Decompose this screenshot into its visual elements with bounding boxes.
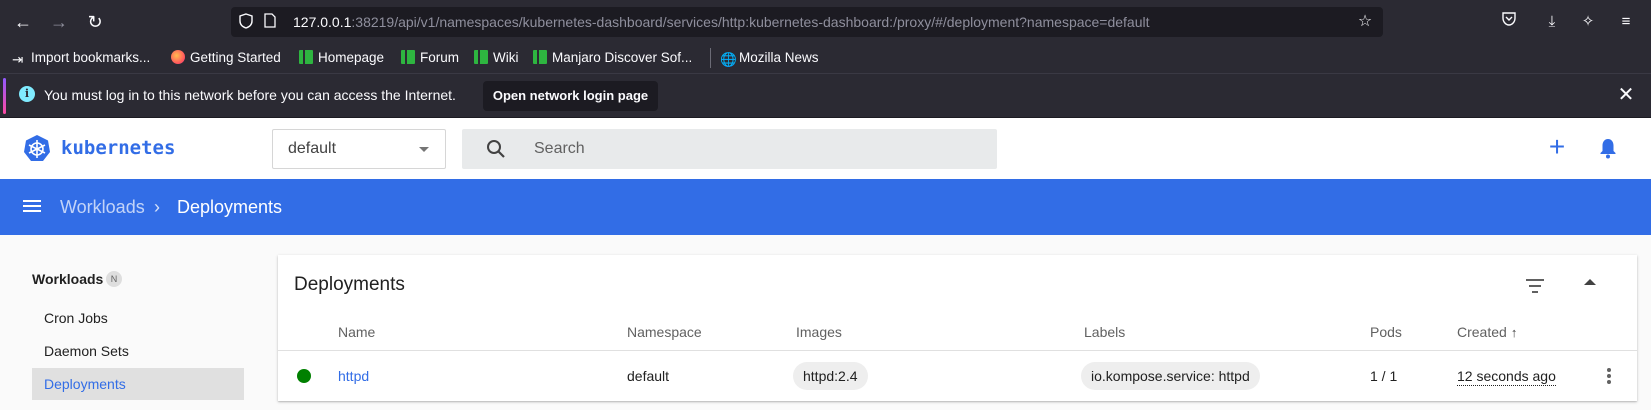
bookmark-label: Forum [420, 50, 460, 65]
pods-count: 1 / 1 [1370, 368, 1398, 384]
create-resource-button[interactable]: + [1545, 133, 1569, 161]
breadcrumb-current: Deployments [177, 197, 283, 217]
sidebar: Workloads N Cron Jobs Daemon Sets Deploy… [0, 235, 265, 410]
search-input[interactable] [534, 129, 974, 169]
extensions-icon[interactable]: ✧ [1576, 10, 1600, 34]
import-icon: ⇥ [12, 52, 24, 67]
column-header-images: Images [796, 324, 842, 340]
bookmark-manjaro-discover[interactable]: Manjaro Discover Sof... [533, 48, 692, 68]
sidebar-item-cron-jobs[interactable]: Cron Jobs [32, 302, 244, 334]
column-header-namespace[interactable]: Namespace [627, 322, 702, 342]
manjaro-icon [474, 50, 488, 64]
close-icon[interactable]: ✕ [1615, 84, 1637, 106]
hamburger-menu-icon[interactable] [22, 197, 42, 217]
bookmark-getting-started[interactable]: Getting Started [171, 48, 281, 68]
deployments-card: Deployments Name Namespace Images Labels… [278, 255, 1637, 401]
sort-arrow-icon: ↑ [1510, 325, 1518, 340]
column-header-labels: Labels [1084, 324, 1126, 340]
page-icon[interactable] [261, 13, 279, 31]
breadcrumb-bar: Workloads › Deployments [0, 179, 1651, 235]
downloads-icon[interactable]: ⤓ [1540, 10, 1564, 34]
menu-icon[interactable]: ≡ [1614, 10, 1638, 34]
header-divider [278, 350, 1637, 351]
firefox-icon [171, 50, 185, 64]
kubernetes-logo-icon[interactable] [23, 134, 51, 162]
notification-text: You must log in to this network before y… [44, 87, 456, 103]
sidebar-section-workloads[interactable]: Workloads [32, 269, 103, 289]
bookmarks-separator [710, 48, 711, 68]
chevron-down-icon [419, 147, 429, 152]
deployment-namespace: default [627, 368, 670, 384]
notification-accent [3, 78, 6, 114]
namespaced-badge: N [106, 271, 122, 287]
breadcrumb-workloads[interactable]: Workloads [60, 179, 145, 235]
bookmark-label: Getting Started [190, 50, 281, 65]
url-bar[interactable]: 127.0.0.1:38219/api/v1/namespaces/kubern… [231, 7, 1383, 37]
brand-name[interactable]: kubernetes [61, 134, 175, 162]
deployment-name-link[interactable]: httpd [338, 366, 369, 386]
manjaro-icon [533, 50, 547, 64]
column-header-created[interactable]: Created ↑ [1457, 322, 1517, 343]
status-ok-icon [297, 369, 311, 383]
collapse-icon[interactable] [1584, 279, 1596, 285]
dashboard-header: kubernetes default + [0, 118, 1651, 179]
info-icon: i [19, 86, 35, 102]
bookmark-label: Wiki [493, 50, 519, 65]
card-title: Deployments [294, 274, 405, 295]
search-box [462, 129, 997, 169]
url-host: 127.0.0.1 [293, 14, 352, 30]
column-header-name[interactable]: Name [338, 322, 375, 342]
sidebar-item-daemon-sets[interactable]: Daemon Sets [32, 335, 244, 367]
namespace-value: default [288, 140, 337, 157]
manjaro-icon [299, 50, 313, 64]
open-login-page-button[interactable]: Open network login page [483, 81, 658, 111]
bookmark-label: Mozilla News [739, 50, 819, 65]
back-icon[interactable]: ← [11, 10, 35, 34]
bookmark-forum[interactable]: Forum [401, 48, 459, 68]
namespace-select[interactable]: default [272, 129, 446, 169]
network-login-notification: i You must log in to this network before… [0, 73, 1651, 118]
manjaro-icon [401, 50, 415, 64]
forward-icon[interactable]: → [47, 10, 71, 34]
pocket-icon[interactable] [1497, 10, 1521, 34]
bookmark-label: Homepage [318, 50, 385, 65]
bookmark-label: Import bookmarks... [31, 50, 151, 65]
created-time: 12 seconds ago [1457, 368, 1556, 386]
bookmarks-bar: ⇥ Import bookmarks... Getting Started Hom… [0, 44, 1651, 73]
column-header-created-label: Created [1457, 324, 1507, 340]
bookmark-import[interactable]: ⇥ Import bookmarks... [12, 48, 150, 68]
bookmark-homepage[interactable]: Homepage [299, 48, 384, 68]
column-header-pods: Pods [1370, 324, 1402, 340]
bookmark-wiki[interactable]: Wiki [474, 48, 519, 68]
reload-icon[interactable]: ↻ [83, 10, 107, 34]
globe-icon: 🌐 [720, 52, 737, 67]
shield-icon[interactable] [237, 13, 255, 31]
label-chip: io.kompose.service: httpd [1081, 362, 1260, 390]
more-actions-icon[interactable] [1599, 366, 1619, 386]
browser-toolbar: ← → ↻ 127.0.0.1:38219/api/v1/namespaces/… [0, 0, 1651, 44]
bookmark-mozilla-news[interactable]: 🌐 Mozilla News [720, 48, 819, 68]
sidebar-item-deployments[interactable]: Deployments [32, 368, 244, 400]
search-icon [487, 140, 505, 158]
chevron-right-icon: › [154, 197, 160, 217]
bookmark-star-icon[interactable]: ☆ [1355, 12, 1375, 32]
image-chip: httpd:2.4 [793, 362, 868, 390]
url-text[interactable]: 127.0.0.1:38219/api/v1/namespaces/kubern… [293, 7, 1150, 37]
notifications-bell-icon[interactable] [1596, 136, 1620, 160]
bookmark-label: Manjaro Discover Sof... [552, 50, 693, 65]
url-path: :38219/api/v1/namespaces/kubernetes-dash… [351, 14, 1150, 30]
filter-icon[interactable] [1523, 273, 1547, 297]
